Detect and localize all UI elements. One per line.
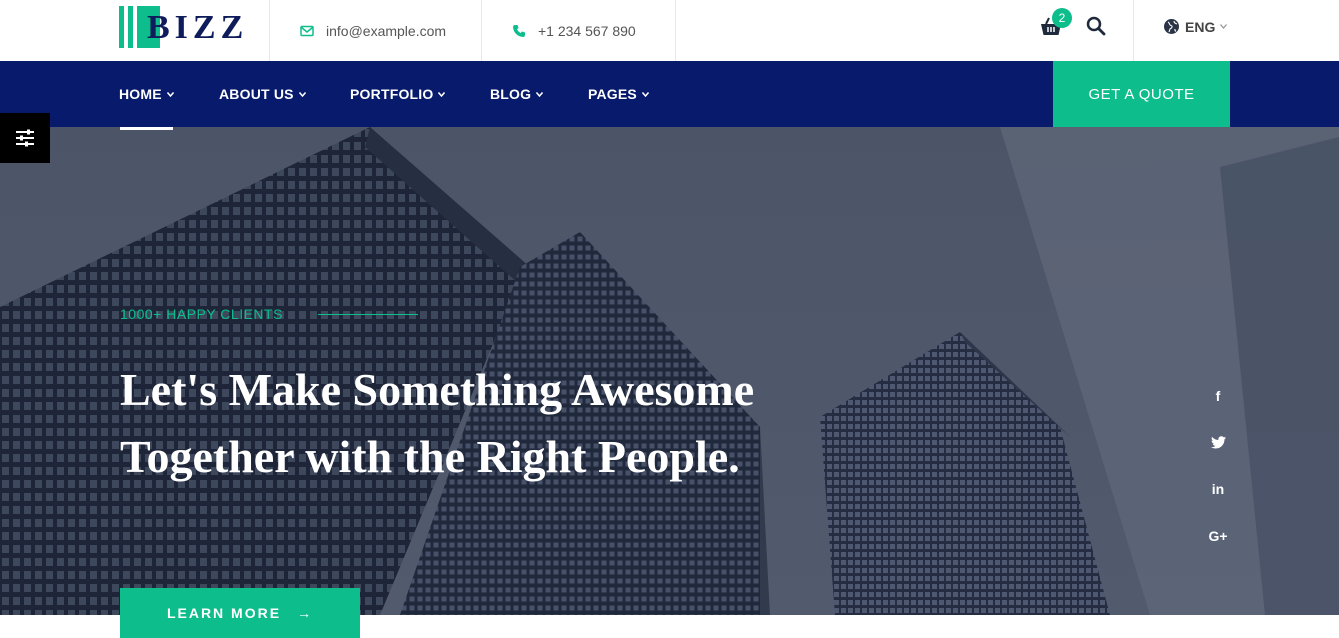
chevron-down-icon [1220, 24, 1228, 29]
nav-item-blog[interactable]: BLOG [490, 61, 544, 127]
phone-text: +1 234 567 890 [538, 22, 636, 39]
settings-toggle-button[interactable] [0, 113, 50, 163]
email-text: info@example.com [326, 22, 447, 39]
logo-bar-1 [119, 6, 124, 48]
brand-logo[interactable]: BIZZ [119, 6, 244, 50]
nav-item-portfolio[interactable]: PORTFOLIO [350, 61, 446, 127]
eyebrow-divider [318, 314, 418, 315]
logo-bar-2 [128, 6, 133, 48]
arrow-right-icon: → [297, 605, 314, 621]
chevron-down-icon [536, 91, 544, 97]
phone-icon [513, 24, 525, 37]
facebook-icon: f [1215, 388, 1221, 404]
nav-item-home[interactable]: HOME [119, 61, 174, 127]
learn-more-button[interactable]: LEARN MORE → [120, 588, 360, 638]
nav-item-label: PAGES [588, 86, 637, 102]
learn-more-label: LEARN MORE [166, 605, 282, 621]
twitter-icon [1210, 435, 1226, 448]
facebook-link[interactable]: f [1205, 383, 1231, 409]
nav-item-label: PORTFOLIO [350, 86, 434, 102]
google-plus-link[interactable]: G+ [1205, 523, 1231, 549]
chevron-down-icon [438, 91, 446, 97]
language-selector[interactable]: ENG [1163, 18, 1232, 35]
search-icon[interactable] [1086, 16, 1106, 36]
active-nav-indicator [120, 127, 173, 130]
envelope-icon [300, 25, 314, 36]
nav-item-label: BLOG [490, 86, 532, 102]
sliders-icon [16, 129, 34, 147]
google-plus-icon: G+ [1208, 528, 1228, 544]
phone-contact[interactable]: +1 234 567 890 [512, 0, 636, 61]
nav-item-label: ABOUT US [219, 86, 294, 102]
divider [675, 0, 676, 61]
top-bar: BIZZ info@example.com +1 234 567 890 2 E… [0, 0, 1339, 61]
linkedin-link[interactable]: in [1205, 476, 1231, 502]
nav-item-pages[interactable]: PAGES [588, 61, 649, 127]
divider [1133, 0, 1134, 61]
divider [269, 0, 270, 61]
hero-eyebrow: 1000+ HAPPY CLIENTS [120, 306, 283, 322]
divider [481, 0, 482, 61]
hero-headline: Let's Make Something Awesome Together wi… [120, 364, 755, 482]
nav-item-label: HOME [119, 86, 162, 102]
chevron-down-icon [641, 91, 649, 97]
email-contact[interactable]: info@example.com [300, 0, 446, 61]
chevron-down-icon [166, 91, 174, 97]
globe-icon [1164, 19, 1179, 34]
twitter-link[interactable] [1205, 429, 1231, 455]
brand-name: BIZZ [147, 9, 249, 46]
linkedin-icon: in [1211, 481, 1225, 497]
nav-item-about-us[interactable]: ABOUT US [219, 61, 306, 127]
get-a-quote-button[interactable]: GET A QUOTE [1053, 61, 1230, 127]
chevron-down-icon [298, 91, 306, 97]
cart-count-badge: 2 [1052, 8, 1072, 28]
language-label: ENG [1185, 18, 1216, 35]
